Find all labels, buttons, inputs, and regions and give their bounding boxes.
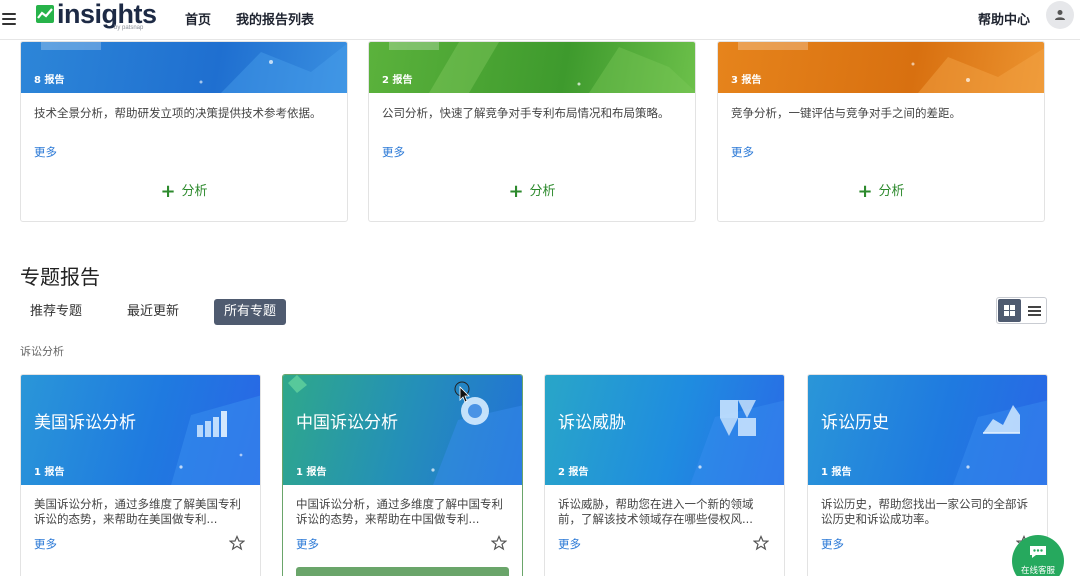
- card-description: 竞争分析，一键评估与竞争对手之间的差距。: [731, 106, 961, 120]
- report-count: 1 报告: [34, 467, 65, 478]
- analyze-button[interactable]: + 分析: [369, 180, 695, 202]
- more-link[interactable]: 更多: [382, 144, 405, 160]
- tab-recommended[interactable]: 推荐专题: [20, 299, 92, 325]
- analyze-label: 分析: [878, 184, 905, 199]
- banner-decoration: [41, 42, 347, 93]
- card-title: 美国诉讼分析: [34, 413, 136, 433]
- analysis-card-company[interactable]: 2 报告 公司分析，快速了解竞争对手专利布局情况和布局策略。 更多 + 分析: [368, 41, 696, 222]
- more-link[interactable]: 更多: [296, 536, 319, 552]
- menu-icon[interactable]: [2, 11, 18, 25]
- plus-icon: +: [160, 181, 176, 202]
- view-toggle: [996, 297, 1047, 324]
- logo-chart-icon: [36, 5, 54, 23]
- analyze-button[interactable]: + 分析: [718, 180, 1044, 202]
- more-link[interactable]: 更多: [34, 536, 57, 552]
- star-icon[interactable]: [753, 535, 769, 551]
- report-count: 2 报告: [382, 75, 413, 86]
- top-navigation-bar: insights by patsnap 首页 我的报告列表 帮助中心: [0, 0, 1080, 40]
- card-description: 诉讼威胁，帮助您在进入一个新的领域前，了解该技术领域存在哪些侵权风...: [558, 497, 754, 526]
- card-description: 诉讼历史，帮助您找出一家公司的全部诉讼历史和诉讼成功率。: [821, 497, 1028, 526]
- banner-decoration: [389, 42, 695, 93]
- analyze-button[interactable]: [296, 567, 509, 576]
- logo-subtext: by patsnap: [114, 25, 144, 31]
- chat-label: 在线客服: [1020, 566, 1055, 576]
- more-link[interactable]: 更多: [731, 144, 754, 160]
- star-icon[interactable]: [229, 535, 245, 551]
- analyze-label: 分析: [529, 184, 556, 199]
- nav-my-reports[interactable]: 我的报告列表: [236, 9, 314, 28]
- report-count: 1 报告: [821, 467, 852, 478]
- card-description: 中国诉讼分析，通过多维度了解中国专利诉讼的态势，来帮助在中国做专利...: [296, 497, 503, 526]
- analyze-label: 分析: [181, 184, 208, 199]
- card-banner: [21, 42, 347, 93]
- report-count: 8 报告: [34, 75, 65, 86]
- user-avatar[interactable]: [1046, 1, 1074, 29]
- banner-decoration: [738, 42, 1044, 93]
- star-icon[interactable]: [491, 535, 507, 551]
- more-link[interactable]: 更多: [558, 536, 581, 552]
- tab-all[interactable]: 所有专题: [214, 299, 287, 325]
- analyze-button[interactable]: + 分析: [21, 180, 347, 202]
- plus-icon: +: [508, 181, 524, 202]
- card-description: 美国诉讼分析，通过多维度了解美国专利诉讼的态势，来帮助在美国做专利...: [34, 497, 241, 526]
- card-title: 诉讼威胁: [558, 413, 626, 433]
- report-card-litigation-threat[interactable]: 诉讼威胁 2 报告 诉讼威胁，帮助您在进入一个新的领域前，了解该技术领域存在哪些…: [544, 374, 785, 576]
- user-icon: [1055, 10, 1065, 20]
- plus-icon: +: [857, 181, 873, 202]
- report-card-litigation-history[interactable]: 诉讼历史 1 报告 诉讼历史，帮助您找出一家公司的全部诉讼历史和诉讼成功率。 更…: [807, 374, 1048, 576]
- card-title: 中国诉讼分析: [296, 413, 398, 433]
- more-link[interactable]: 更多: [821, 536, 844, 552]
- report-count: 3 报告: [731, 75, 762, 86]
- report-card-cn-litigation[interactable]: 中国诉讼分析 1 报告 中国诉讼分析，通过多维度了解中国专利诉讼的态势，来帮助在…: [282, 374, 523, 576]
- subcategory-label: 诉讼分析: [20, 345, 64, 358]
- report-count: 1 报告: [296, 467, 327, 478]
- card-banner: [718, 42, 1044, 93]
- report-card-us-litigation[interactable]: 美国诉讼分析 1 报告 美国诉讼分析，通过多维度了解美国专利诉讼的态势，来帮助在…: [20, 374, 261, 576]
- card-banner: [369, 42, 695, 93]
- card-description: 公司分析，快速了解竞争对手专利布局情况和布局策略。: [382, 106, 670, 120]
- report-count: 2 报告: [558, 467, 589, 478]
- online-service-chat-button[interactable]: 在线客服: [1012, 535, 1064, 576]
- mouse-cursor-icon: [454, 381, 470, 403]
- card-title: 诉讼历史: [821, 413, 889, 433]
- analysis-card-tech[interactable]: 8 报告 技术全景分析，帮助研发立项的决策提供技术参考依据。 更多 + 分析: [20, 41, 348, 222]
- analysis-card-competition[interactable]: 3 报告 竞争分析，一键评估与竞争对手之间的差距。 更多 + 分析: [717, 41, 1045, 222]
- grid-view-icon[interactable]: [998, 299, 1021, 322]
- more-link[interactable]: 更多: [34, 144, 57, 160]
- section-title: 专题报告: [20, 265, 100, 289]
- insights-logo[interactable]: insights by patsnap: [36, 0, 157, 35]
- tab-recent[interactable]: 最近更新: [117, 299, 189, 325]
- card-description: 技术全景分析，帮助研发立项的决策提供技术参考依据。: [34, 106, 322, 120]
- help-center-link[interactable]: 帮助中心: [978, 9, 1030, 28]
- nav-home[interactable]: 首页: [185, 9, 211, 28]
- chat-bubble-icon: [1030, 546, 1046, 558]
- list-view-icon[interactable]: [1024, 299, 1046, 322]
